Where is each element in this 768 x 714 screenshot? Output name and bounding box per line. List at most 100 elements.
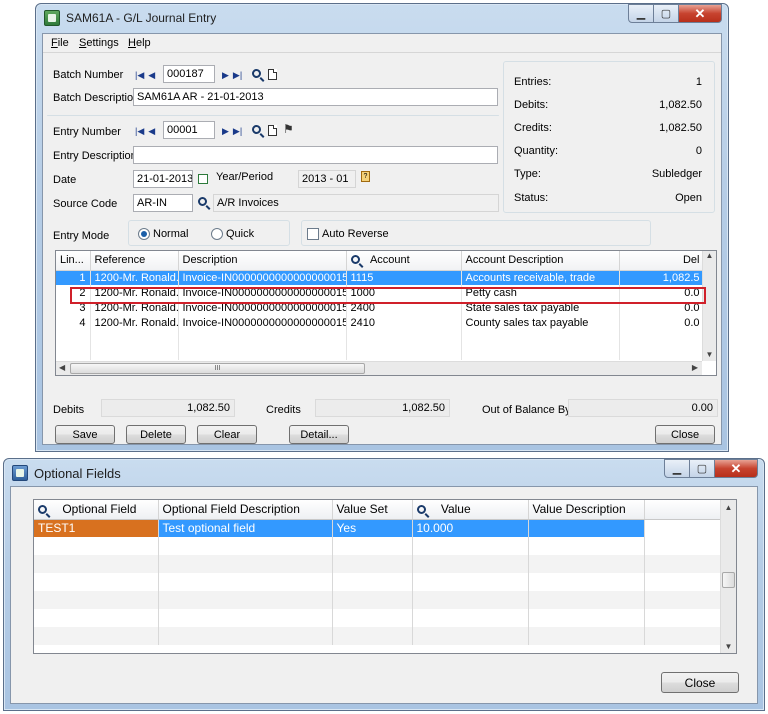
scroll-down-icon[interactable]: ▼ [721,642,736,651]
batch-nav-next[interactable]: ▶ ▶| [222,66,246,84]
table-row[interactable]: 1 1200-Mr. Ronald... Invoice-IN000000000… [56,270,705,285]
last-entry-icon[interactable]: ▶| [233,126,242,137]
close-window-button[interactable]: ✕ [679,4,722,23]
value-finder-icon[interactable] [416,505,426,515]
auto-reverse-checkbox[interactable] [307,228,319,240]
col-account-description[interactable]: Account Description [461,251,620,271]
last-record-icon[interactable]: ▶| [233,70,242,81]
entry-description-field[interactable] [133,146,498,164]
mode-quick-label[interactable]: Quick [226,228,254,240]
account-finder-icon[interactable] [350,255,360,265]
table-row[interactable] [34,627,723,645]
minimize-button[interactable]: ▁ [664,459,690,478]
table-row[interactable]: 4 1200-Mr. Ronald... Invoice-IN000000000… [56,315,705,330]
scroll-up-icon[interactable]: ▲ [721,500,736,512]
col-value-description[interactable]: Value Description [528,500,645,520]
auto-reverse-label[interactable]: Auto Reverse [322,228,389,240]
next-entry-icon[interactable]: ▶ [222,126,229,137]
table-row[interactable] [34,591,723,609]
optional-fields-grid[interactable]: Optional Field Optional Field Descriptio… [33,499,737,654]
scroll-thumb[interactable]: III [70,363,365,374]
scroll-down-icon[interactable]: ▼ [703,350,716,359]
entry-number-field[interactable]: 00001 [163,121,215,139]
window-title: Optional Fields [34,465,121,481]
table-row[interactable]: TEST1 Test optional field Yes 10.000 [34,519,723,537]
grid-horizontal-scrollbar[interactable]: ◀ III ▶ [56,361,702,375]
col-description[interactable]: Description [178,251,347,271]
close-window-button[interactable]: ✕ [715,459,758,478]
source-code-field[interactable]: AR-IN [133,194,193,212]
date-field[interactable]: 21-01-2013 [133,170,193,188]
highlight-box [70,287,706,304]
col-value[interactable]: Value [412,500,529,520]
copy-entry-icon[interactable]: ⚑ [283,122,294,136]
calendar-icon[interactable] [198,174,208,184]
col-account[interactable]: Account [346,251,462,271]
table-row[interactable] [34,537,723,555]
mode-normal-radio[interactable] [138,228,150,240]
detail-button[interactable]: Detail... [289,425,349,444]
batch-number-field[interactable]: 000187 [163,65,215,83]
previous-entry-icon[interactable]: ◀ [148,126,155,137]
col-optional-field[interactable]: Optional Field [34,500,159,520]
table-row[interactable] [34,573,723,591]
save-button[interactable]: Save [55,425,115,444]
menu-file[interactable]: File [51,37,69,49]
optional-fields-client: Optional Field Optional Field Descriptio… [10,486,758,704]
scroll-up-icon[interactable]: ▲ [703,251,716,260]
table-row[interactable] [34,555,723,573]
table-row[interactable] [56,345,705,360]
separator [47,115,499,116]
mode-quick-radio[interactable] [211,228,223,240]
out-of-balance-label: Out of Balance By [482,404,571,416]
info-credits: Credits: 1,082.50 [514,122,702,134]
app-icon [12,465,28,481]
title-bar[interactable]: SAM61A - G/L Journal Entry ▁ ▢ ✕ [36,4,728,32]
entry-nav-prev[interactable]: |◀ ◀ [135,122,159,140]
new-batch-icon[interactable] [268,69,277,80]
scroll-left-icon[interactable]: ◀ [59,363,65,372]
entry-mode-label: Entry Mode [53,230,110,242]
close-button[interactable]: Close [655,425,715,444]
col-optional-field-description[interactable]: Optional Field Description [158,500,333,520]
col-value-set[interactable]: Value Set [332,500,413,520]
mode-normal-label[interactable]: Normal [153,228,188,240]
col-debit[interactable]: Del [619,251,705,271]
menu-bar: File Settings Help [43,34,721,53]
first-record-icon[interactable]: |◀ [135,70,144,81]
next-record-icon[interactable]: ▶ [222,70,229,81]
maximize-button[interactable]: ▢ [654,4,679,23]
delete-button[interactable]: Delete [126,425,186,444]
menu-help[interactable]: Help [128,37,151,49]
title-bar[interactable]: Optional Fields ▁ ▢ ✕ [4,459,764,487]
batch-description-field[interactable]: SAM61A AR - 21-01-2013 [133,88,498,106]
maximize-button[interactable]: ▢ [690,459,715,478]
detail-table: Lin... Reference Description Account Acc… [56,251,705,360]
close-button[interactable]: Close [661,672,739,693]
entry-finder-icon[interactable] [252,125,261,134]
optional-field-finder-icon[interactable] [38,505,47,515]
first-entry-icon[interactable]: |◀ [135,126,144,137]
previous-record-icon[interactable]: ◀ [148,70,155,81]
scroll-thumb[interactable] [722,572,735,588]
col-reference[interactable]: Reference [90,251,179,271]
table-row[interactable] [34,609,723,627]
grid-vertical-scrollbar[interactable]: ▲ ▼ [720,500,736,653]
new-entry-icon[interactable] [268,125,277,136]
table-row[interactable] [56,330,705,345]
entry-nav-next[interactable]: ▶ ▶| [222,122,246,140]
source-code-finder-icon[interactable] [198,197,207,206]
batch-finder-icon[interactable] [252,69,261,78]
journal-detail-grid[interactable]: Lin... Reference Description Account Acc… [55,250,717,376]
menu-settings[interactable]: Settings [79,37,119,49]
year-period-label: Year/Period [216,171,274,183]
out-of-balance-value: 0.00 [568,399,718,417]
col-line[interactable]: Lin... [56,251,91,271]
minimize-button[interactable]: ▁ [628,4,654,23]
fiscal-calendar-icon[interactable]: ? [361,171,370,182]
clear-button[interactable]: Clear [197,425,257,444]
grid-vertical-scrollbar[interactable]: ▲ ▼ [702,251,716,361]
credits-total: 1,082.50 [315,399,450,417]
batch-nav-prev[interactable]: |◀ ◀ [135,66,159,84]
scroll-right-icon[interactable]: ▶ [692,363,698,372]
